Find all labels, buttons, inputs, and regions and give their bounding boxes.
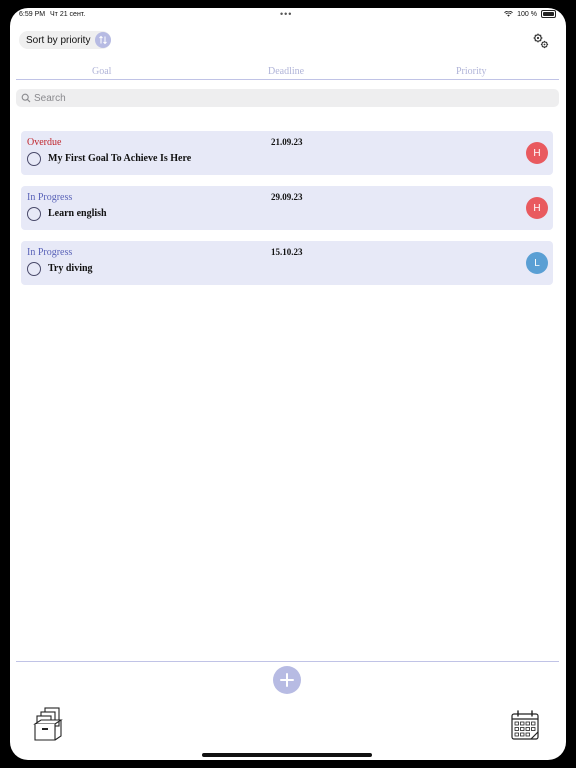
goal-card[interactable]: Overdue 21.09.23 My First Goal To Achiev… [21, 131, 553, 175]
tab-goal[interactable]: Goal [92, 66, 111, 77]
swap-vertical-icon[interactable] [95, 32, 111, 48]
priority-badge: L [526, 252, 548, 274]
goal-status: In Progress [27, 192, 73, 203]
goal-title: Learn english [48, 208, 107, 219]
plus-icon [280, 673, 294, 687]
home-indicator[interactable] [202, 753, 372, 757]
goal-checkbox[interactable] [27, 262, 41, 276]
calendar-icon[interactable] [510, 709, 540, 741]
goal-checkbox[interactable] [27, 207, 41, 221]
search-bar[interactable]: Search [16, 89, 559, 107]
battery-icon [541, 10, 556, 18]
goal-checkbox[interactable] [27, 152, 41, 166]
archive-boxes-icon[interactable] [33, 706, 65, 742]
status-time: 6:59 PM [19, 11, 46, 18]
sort-label: Sort by priority [26, 34, 91, 46]
status-indicators: 100 % [504, 10, 556, 18]
wifi-icon [504, 11, 514, 17]
priority-badge: H [526, 142, 548, 164]
priority-badge: H [526, 197, 548, 219]
tab-priority[interactable]: Priority [456, 66, 487, 77]
multitasking-dots[interactable]: ••• [280, 9, 292, 19]
add-goal-button[interactable] [273, 666, 301, 694]
app-screen: 6:59 PM Чт 21 сент. ••• 100 % Sort by pr… [10, 8, 566, 760]
goal-deadline: 21.09.23 [271, 137, 303, 147]
status-date: Чт 21 сент. [50, 11, 86, 18]
goal-card[interactable]: In Progress 29.09.23 Learn english H [21, 186, 553, 230]
goal-title: Try diving [48, 263, 93, 274]
goal-status: In Progress [27, 247, 73, 258]
goal-deadline: 15.10.23 [271, 247, 303, 257]
gears-icon[interactable] [532, 32, 550, 50]
search-input[interactable]: Search [34, 93, 66, 104]
tab-deadline[interactable]: Deadline [268, 66, 304, 77]
goal-card[interactable]: In Progress 15.10.23 Try diving L [21, 241, 553, 285]
status-bar: 6:59 PM Чт 21 сент. ••• 100 % [10, 8, 566, 22]
search-icon [21, 93, 31, 103]
goal-deadline: 29.09.23 [271, 192, 303, 202]
bottom-divider [16, 661, 559, 662]
battery-percent: 100 % [517, 10, 537, 18]
tabs-divider [16, 79, 559, 80]
goal-title: My First Goal To Achieve Is Here [48, 153, 192, 164]
goal-status: Overdue [27, 137, 62, 148]
